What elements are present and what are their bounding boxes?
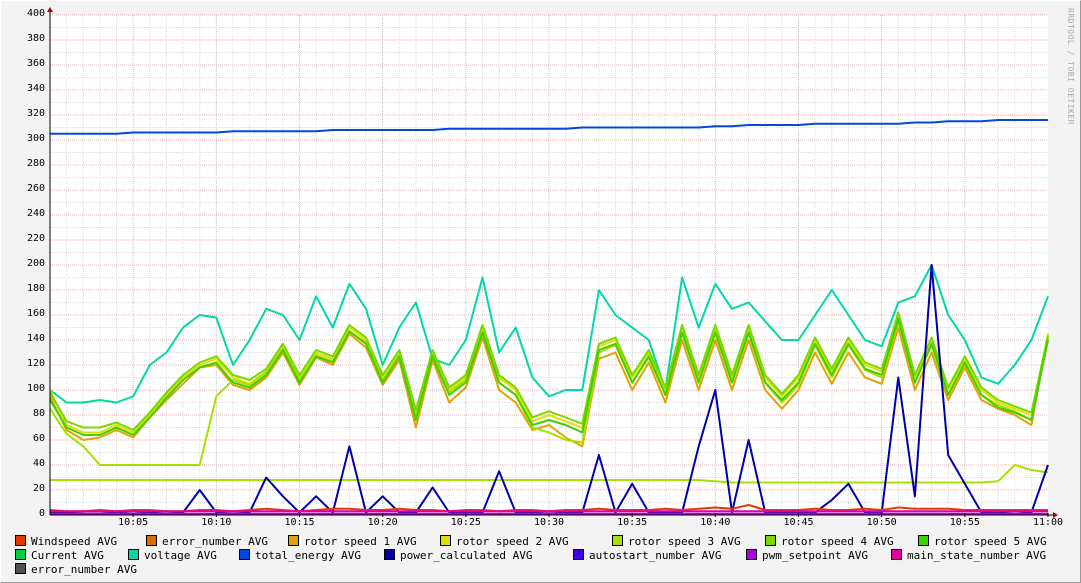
legend-item: pwm_setpoint AVG bbox=[746, 549, 868, 562]
x-tick-label: 11:00 bbox=[1032, 517, 1064, 528]
legend-swatch-icon bbox=[128, 549, 139, 560]
y-axis-arrow-icon bbox=[47, 7, 53, 12]
legend-swatch-icon bbox=[146, 535, 157, 546]
y-tick-label: 280 bbox=[26, 158, 45, 169]
y-tick-label: 240 bbox=[26, 208, 45, 219]
legend-item: rotor speed 5 AVG bbox=[918, 535, 1047, 548]
y-tick-label: 260 bbox=[26, 183, 45, 194]
legend-label: Windspeed AVG bbox=[31, 535, 118, 548]
y-tick-label: 360 bbox=[26, 58, 45, 69]
legend-item: rotor speed 3 AVG bbox=[612, 535, 741, 548]
legend-label: error_number AVG bbox=[162, 535, 268, 548]
legend-label: autostart_number AVG bbox=[589, 549, 722, 562]
y-tick-label: 400 bbox=[26, 8, 45, 19]
y-tick-label: 320 bbox=[26, 108, 45, 119]
legend-swatch-icon bbox=[891, 549, 902, 560]
y-tick-label: 140 bbox=[26, 333, 45, 344]
legend-label: rotor speed 4 AVG bbox=[781, 535, 894, 548]
legend-item: voltage AVG bbox=[128, 549, 217, 562]
y-tick-label: 40 bbox=[32, 458, 45, 469]
x-tick-label: 10:35 bbox=[617, 517, 648, 528]
y-tick-label: 340 bbox=[26, 83, 45, 94]
legend-item: Windspeed AVG bbox=[15, 535, 117, 548]
legend-label: pwm_setpoint AVG bbox=[762, 549, 868, 562]
legend-label: rotor speed 2 AVG bbox=[456, 535, 569, 548]
legend-label: total_energy AVG bbox=[255, 549, 361, 562]
x-tick-label: 10:25 bbox=[450, 517, 481, 528]
x-tick-label: 10:40 bbox=[700, 517, 731, 528]
legend-item: error_number AVG bbox=[15, 563, 137, 576]
legend-label: power_calculated AVG bbox=[400, 549, 533, 562]
legend-swatch-icon bbox=[918, 535, 929, 546]
legend-swatch-icon bbox=[15, 563, 26, 574]
y-tick-label: 380 bbox=[26, 33, 45, 44]
y-tick-label: 0 bbox=[38, 508, 45, 519]
legend-swatch-icon bbox=[288, 535, 299, 546]
legend-label: rotor speed 3 AVG bbox=[628, 535, 741, 548]
legend-swatch-icon bbox=[746, 549, 757, 560]
y-tick-label: 20 bbox=[32, 483, 45, 494]
legend-item: rotor speed 4 AVG bbox=[765, 535, 894, 548]
legend-label: rotor speed 5 AVG bbox=[934, 535, 1047, 548]
rrdtool-watermark: RRDTOOL / TOBI OETIKER bbox=[1066, 8, 1075, 125]
legend-label: Current AVG bbox=[31, 549, 104, 562]
y-tick-label: 300 bbox=[26, 133, 45, 144]
legend-item: main_state_number AVG bbox=[891, 549, 1046, 562]
y-tick-label: 60 bbox=[32, 433, 45, 444]
legend-item: rotor speed 2 AVG bbox=[440, 535, 569, 548]
x-tick-label: 10:30 bbox=[533, 517, 565, 528]
legend-item: error_number AVG bbox=[146, 535, 268, 548]
legend-swatch-icon bbox=[440, 535, 451, 546]
x-tick-label: 10:20 bbox=[367, 517, 398, 528]
legend-item: rotor speed 1 AVG bbox=[288, 535, 417, 548]
legend-swatch-icon bbox=[15, 549, 26, 560]
x-tick-label: 10:05 bbox=[118, 517, 149, 528]
legend-item: power_calculated AVG bbox=[384, 549, 532, 562]
legend-label: rotor speed 1 AVG bbox=[304, 535, 417, 548]
legend-swatch-icon bbox=[15, 535, 26, 546]
legend-item: Current AVG bbox=[15, 549, 104, 562]
legend-item: total_energy AVG bbox=[239, 549, 361, 562]
legend-swatch-icon bbox=[612, 535, 623, 546]
plot-area bbox=[47, 7, 1058, 518]
y-tick-label: 160 bbox=[26, 308, 45, 319]
legend-label: error_number AVG bbox=[31, 563, 137, 576]
legend-item: autostart_number AVG bbox=[573, 549, 721, 562]
y-tick-label: 180 bbox=[26, 283, 45, 294]
y-tick-label: 200 bbox=[26, 258, 45, 269]
x-tick-label: 10:50 bbox=[866, 517, 897, 528]
legend-swatch-icon bbox=[765, 535, 776, 546]
y-tick-label: 220 bbox=[26, 233, 45, 244]
y-tick-label: 120 bbox=[26, 358, 45, 369]
y-tick-label: 100 bbox=[26, 383, 45, 394]
x-tick-label: 10:15 bbox=[284, 517, 315, 528]
x-tick-label: 10:55 bbox=[949, 517, 980, 528]
y-tick-label: 80 bbox=[32, 408, 45, 419]
grid bbox=[50, 14, 1048, 515]
legend-swatch-icon bbox=[239, 549, 250, 560]
legend-swatch-icon bbox=[384, 549, 395, 560]
legend-label: main_state_number AVG bbox=[907, 549, 1047, 562]
legend-label: voltage AVG bbox=[144, 549, 217, 562]
x-tick-label: 10:45 bbox=[783, 517, 814, 528]
legend-swatch-icon bbox=[573, 549, 584, 560]
x-tick-label: 10:10 bbox=[201, 517, 232, 528]
